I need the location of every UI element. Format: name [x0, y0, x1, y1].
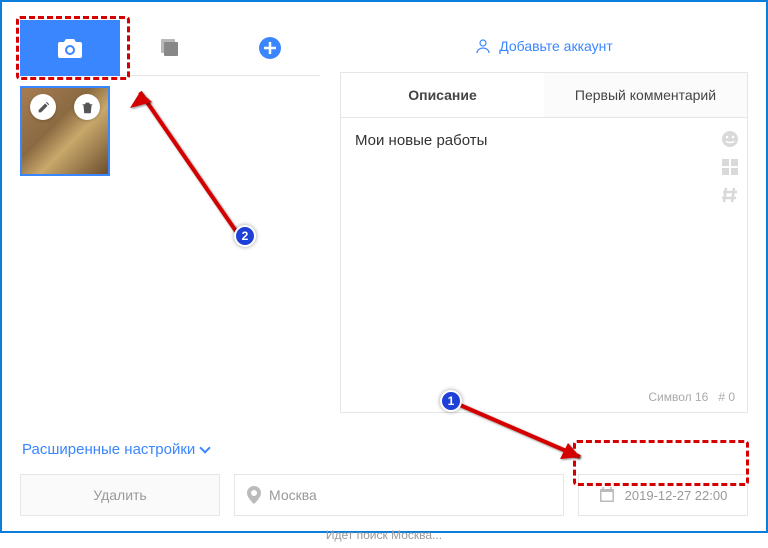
delete-button[interactable]: Удалить [20, 474, 220, 516]
tab-first-comment[interactable]: Первый комментарий [544, 73, 747, 117]
description-tabs: Описание Первый комментарий [340, 72, 748, 118]
user-icon [475, 38, 491, 54]
emoji-icon[interactable] [721, 130, 739, 148]
right-panel: Добавьте аккаунт Описание Первый коммент… [340, 20, 748, 413]
bottom-row: Удалить Москва 2019-12-27 22:00 [2, 468, 766, 522]
tab-add[interactable] [220, 20, 320, 76]
hashtag-icon[interactable] [721, 186, 739, 204]
calendar-icon [599, 487, 615, 503]
advanced-settings-link[interactable]: Расширенные настройки [2, 431, 766, 468]
media-thumbnail[interactable] [20, 86, 110, 176]
pin-icon [247, 486, 261, 504]
annotation-badge-1: 1 [440, 390, 462, 412]
add-account-label: Добавьте аккаунт [499, 38, 613, 54]
media-tabs [20, 20, 320, 76]
delete-thumbnail-button[interactable] [74, 94, 100, 120]
datetime-input[interactable]: 2019-12-27 22:00 [578, 474, 748, 516]
char-counter: Символ 16 # 0 [648, 390, 735, 404]
trash-icon [81, 101, 94, 114]
tab-stack[interactable] [120, 20, 220, 76]
camera-icon [57, 37, 83, 59]
add-account-button[interactable]: Добавьте аккаунт [340, 20, 748, 72]
edit-thumbnail-button[interactable] [30, 94, 56, 120]
pencil-icon [37, 101, 50, 114]
description-text: Мои новые работы [355, 132, 487, 149]
tab-camera[interactable] [20, 20, 120, 76]
annotation-badge-2: 2 [234, 225, 256, 247]
side-tools [721, 130, 739, 204]
chevron-down-icon [200, 442, 211, 453]
description-body[interactable]: Мои новые работы Символ 16 # 0 [340, 118, 748, 413]
location-input[interactable]: Москва [234, 474, 564, 516]
plus-circle-icon [258, 36, 282, 60]
tab-description[interactable]: Описание [341, 73, 544, 117]
stack-icon [159, 37, 181, 59]
grid-icon[interactable] [721, 158, 739, 176]
datetime-text: 2019-12-27 22:00 [625, 488, 728, 503]
location-text: Москва [269, 487, 317, 503]
left-panel [20, 20, 320, 413]
status-text: Идет поиск Москва... [2, 522, 766, 548]
